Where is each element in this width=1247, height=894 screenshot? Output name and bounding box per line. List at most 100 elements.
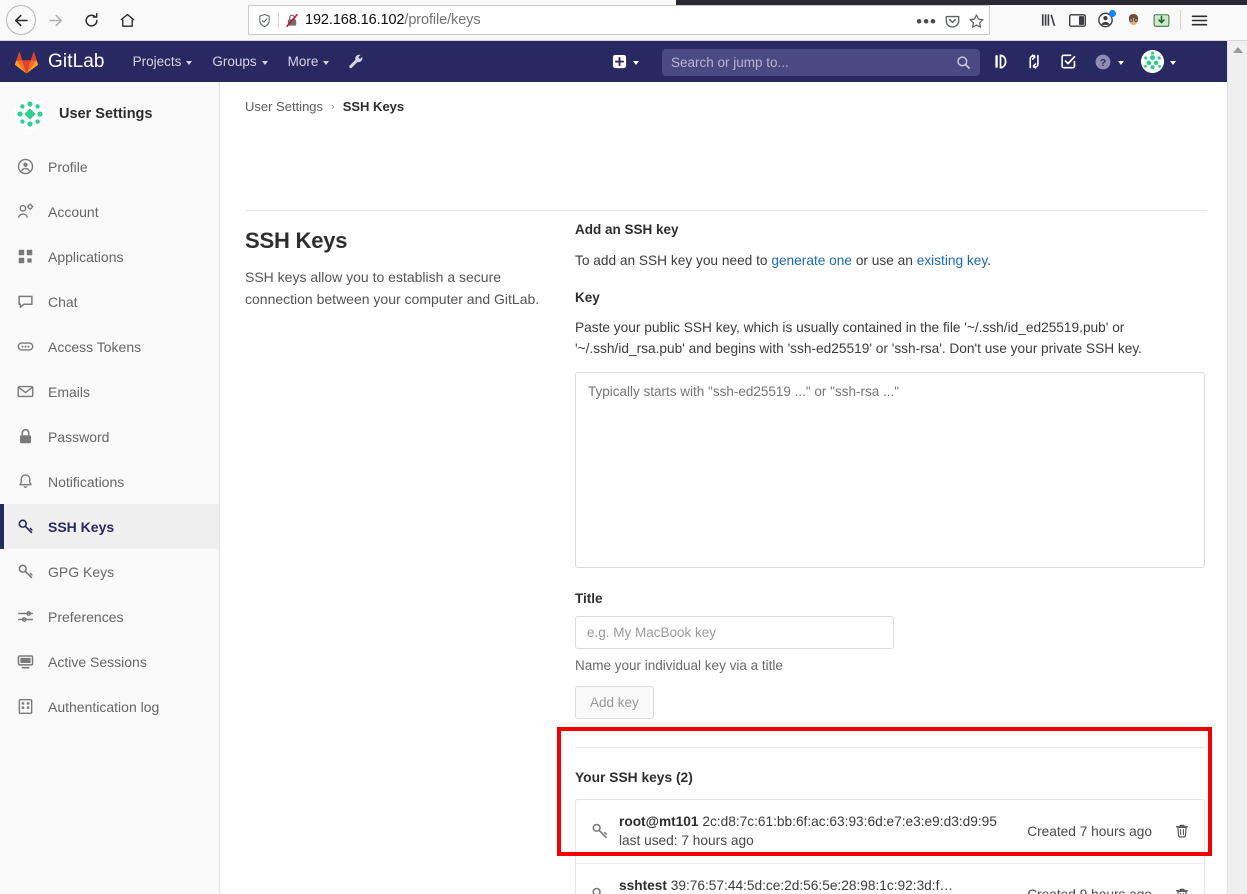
library-icon[interactable] <box>1040 11 1059 29</box>
new-item-menu[interactable] <box>612 54 639 69</box>
sidebar-item-account[interactable]: Account <box>0 189 219 234</box>
keys-section-divider <box>575 747 1205 748</box>
toolbar-divider <box>1180 10 1181 30</box>
key-fingerprint: 2c:d8:7c:61:bb:6f:ac:63:93:6d:e7:e3:e9:d… <box>702 814 997 829</box>
forward-button[interactable] <box>38 3 72 37</box>
extension-avatar-icon[interactable] <box>1124 11 1143 29</box>
sidebar-label: Notifications <box>48 474 124 490</box>
sidebar-item-active-sessions[interactable]: Active Sessions <box>0 639 219 684</box>
sidebar-label: Password <box>48 429 109 445</box>
sidebar-item-profile[interactable]: Profile <box>0 144 219 189</box>
hamburger-menu-icon[interactable] <box>1190 12 1209 29</box>
search-icon[interactable] <box>956 55 971 70</box>
todos-checkbox-icon[interactable] <box>1060 53 1077 70</box>
sidebar-label: SSH Keys <box>48 519 114 535</box>
chevron-down-icon <box>1170 61 1176 65</box>
sidebar-user-avatar-icon <box>14 98 46 130</box>
your-ssh-keys-heading: Your SSH keys (2) <box>575 770 1207 785</box>
search-box[interactable]: Search or jump to... <box>662 49 980 76</box>
urlbar-right-actions: ••• <box>916 6 985 36</box>
user-menu[interactable] <box>1141 50 1176 73</box>
ssh-key-icon <box>590 886 610 894</box>
browser-chrome: 192.168.16.102/profile/keys ••• <box>0 0 1247 41</box>
sidebar-item-chat[interactable]: Chat <box>0 279 219 324</box>
key-created-at: Created 7 hours ago <box>1027 824 1152 839</box>
sidebar-title: User Settings <box>59 106 152 122</box>
svg-text:?: ? <box>1100 58 1106 69</box>
bookmark-star-icon[interactable] <box>968 13 985 30</box>
nav-more[interactable]: More <box>278 41 340 82</box>
download-extension-icon[interactable] <box>1152 11 1171 29</box>
sidebar-item-gpg-keys[interactable]: GPG Keys <box>0 549 219 594</box>
help-question-icon: ? <box>1094 53 1112 71</box>
add-key-button[interactable]: Add key <box>575 686 654 719</box>
gitlab-navbar: GitLab Projects Groups More Search or ju… <box>0 41 1227 82</box>
sidebar-label: Chat <box>48 294 78 310</box>
sidebar-item-applications[interactable]: Applications <box>0 234 219 279</box>
sidebar-item-password[interactable]: Password <box>0 414 219 459</box>
generate-one-link[interactable]: generate one <box>771 253 852 268</box>
ssh-keys-list: root@mt101 2c:d8:7c:61:bb:6f:ac:63:93:6d… <box>575 799 1205 894</box>
back-button[interactable] <box>6 5 36 35</box>
ssh-key-textarea[interactable] <box>575 372 1205 568</box>
sidebar-item-preferences[interactable]: Preferences <box>0 594 219 639</box>
chevron-down-icon <box>186 61 192 65</box>
page-scrollbar[interactable] <box>1227 41 1247 894</box>
gitlab-home-link[interactable]: GitLab <box>14 50 105 74</box>
breadcrumb-separator-icon: › <box>331 101 335 113</box>
ssh-key-form-column: Add an SSH key To add an SSH key you nee… <box>575 222 1207 894</box>
preferences-sliders-icon <box>17 608 34 625</box>
notifications-bell-icon <box>17 473 34 490</box>
sidebar-label: Preferences <box>48 609 123 625</box>
profile-icon <box>17 158 34 175</box>
tracking-protection-shield-icon[interactable] <box>257 13 272 28</box>
key-details: sshtest 39:76:57:44:5d:ce:2d:56:5e:28:98… <box>619 878 1027 894</box>
sidebar-label: Emails <box>48 384 90 400</box>
password-lock-icon <box>17 428 34 445</box>
chevron-down-icon <box>633 61 639 65</box>
admin-wrench-icon[interactable] <box>347 53 364 70</box>
delete-key-button[interactable] <box>1174 823 1190 839</box>
sidebar-item-notifications[interactable]: Notifications <box>0 459 219 504</box>
save-to-pocket-icon[interactable] <box>944 13 961 30</box>
url-text: 192.168.16.102/profile/keys <box>305 12 480 28</box>
sidebar-item-ssh-keys[interactable]: SSH Keys <box>0 504 219 549</box>
emails-envelope-icon <box>17 383 34 400</box>
firefox-account-icon[interactable] <box>1096 11 1115 29</box>
access-tokens-icon <box>17 338 34 355</box>
key-last-used: last used: 7 hours ago <box>619 833 1027 848</box>
search-placeholder: Search or jump to... <box>671 55 956 70</box>
url-bar[interactable]: 192.168.16.102/profile/keys ••• <box>248 5 990 35</box>
nav-projects[interactable]: Projects <box>123 41 203 82</box>
active-sessions-monitor-icon <box>17 653 34 670</box>
home-button[interactable] <box>110 3 144 37</box>
merge-requests-icon[interactable] <box>1026 53 1043 70</box>
sidebar-label: Account <box>48 204 99 220</box>
chevron-down-icon <box>262 61 268 65</box>
insecure-connection-icon[interactable] <box>285 13 299 28</box>
sidebar-label: Active Sessions <box>48 654 147 670</box>
help-menu[interactable]: ? <box>1094 53 1124 71</box>
existing-key-link[interactable]: existing key <box>917 253 988 268</box>
sidebars-icon[interactable] <box>1068 12 1087 29</box>
intro-prefix: To add an SSH key you need to <box>575 253 771 268</box>
breadcrumb-parent[interactable]: User Settings <box>245 99 323 114</box>
key-field-help: Paste your public SSH key, which is usua… <box>575 317 1205 359</box>
url-path: /profile/keys <box>404 12 480 28</box>
authentication-log-icon <box>17 698 34 715</box>
sidebar-item-emails[interactable]: Emails <box>0 369 219 414</box>
sidebar-item-authentication-log[interactable]: Authentication log <box>0 684 219 729</box>
table-row[interactable]: sshtest 39:76:57:44:5d:ce:2d:56:5e:28:98… <box>576 863 1204 894</box>
browser-nav-buttons <box>0 0 144 40</box>
page-actions-ellipsis-icon[interactable]: ••• <box>916 13 937 30</box>
sidebar-item-access-tokens[interactable]: Access Tokens <box>0 324 219 369</box>
breadcrumb-current: SSH Keys <box>343 99 404 114</box>
page-description: SSH keys allow you to establish a secure… <box>245 267 550 310</box>
scroll-up-arrow-icon[interactable] <box>1233 47 1243 53</box>
title-input[interactable] <box>575 616 894 649</box>
table-row[interactable]: root@mt101 2c:d8:7c:61:bb:6f:ac:63:93:6d… <box>576 800 1204 863</box>
reload-button[interactable] <box>74 3 108 37</box>
delete-key-button[interactable] <box>1174 887 1190 894</box>
nav-groups[interactable]: Groups <box>202 41 277 82</box>
issues-icon[interactable] <box>992 53 1009 70</box>
